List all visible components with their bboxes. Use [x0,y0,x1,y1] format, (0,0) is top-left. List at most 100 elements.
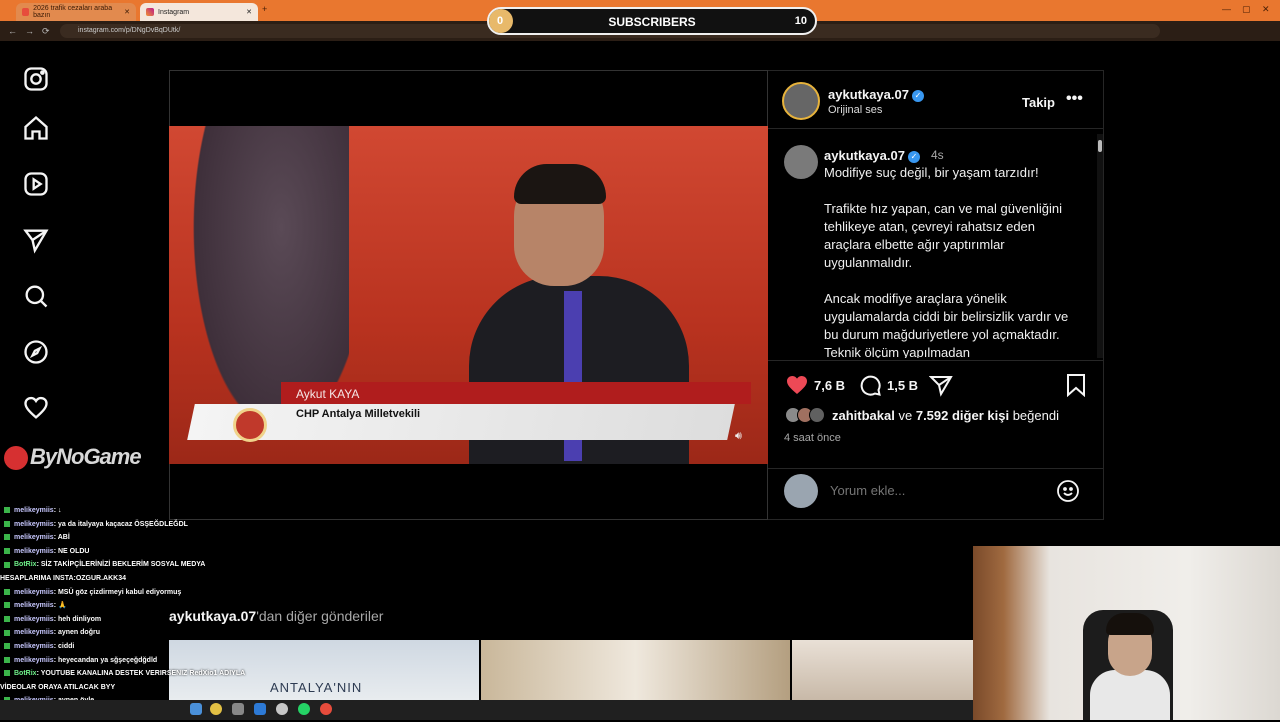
chat-username: melikeymiis [14,520,54,528]
taskbar-app-icon[interactable] [320,703,332,715]
post-thumbnail[interactable] [481,640,790,700]
chat-text: : YOUTUBE KANALINA DESTEK VERIRSENIZ Red… [36,670,246,678]
chat-text: : ya da italyaya kaçacaz ÖSŞEĞDLEĞDL [53,520,188,528]
liker-avatar [809,407,825,423]
heart-icon[interactable] [22,394,50,422]
liked-by-others[interactable]: 7.592 diğer kişi [916,408,1009,423]
chat-platform-icon [4,643,10,650]
bookmark-icon[interactable] [1065,373,1087,397]
taskbar-app-icon[interactable] [254,703,266,715]
chat-username: melikeymiis [14,656,54,664]
follow-button[interactable]: Takip [1022,95,1055,110]
tab-close-icon[interactable]: ✕ [124,8,130,16]
chat-message: melikeymiis: heyecandan ya sğşeçeğdğdld [0,654,290,668]
chat-text: : SİZ TAKİPÇİLERİNİZİ BEKLERİM SOSYAL ME… [36,561,206,569]
chat-message: melikeymiis: heh dinliyom [0,613,290,627]
tbmm-emblem-icon [233,408,267,442]
subscribers-goal: 10 [794,15,807,27]
lower-third-name: Aykut KAYA [296,387,360,401]
instagram-logo-icon[interactable] [22,65,50,93]
taskbar-app-icon[interactable] [190,703,202,715]
caption-username-text[interactable]: aykutkaya.07 [824,148,905,163]
caption-paragraph: Trafikte hız yapan, can ve mal güvenliği… [824,201,1062,270]
chat-text: : aynen doğru [53,629,100,637]
chat-message: BotRix: YOUTUBE KANALINA DESTEK VERIRSEN… [0,667,290,681]
chat-platform-icon [4,615,10,622]
divider [768,468,1104,469]
chat-message: melikeymiis: ya da italyaya kaçacaz ÖSŞE… [0,518,290,532]
author-avatar[interactable] [782,82,820,120]
reels-icon[interactable] [22,170,50,198]
close-window-icon[interactable]: ✕ [1262,4,1270,15]
send-icon[interactable] [22,226,50,254]
instagram-favicon-icon [146,8,154,16]
post-thumbnail[interactable] [792,640,973,700]
chat-message: melikeymiis: ABİ [0,531,290,545]
chat-username: melikeymiis [14,642,54,650]
tab-label: Instagram [158,8,190,16]
chat-username: BotRix [14,561,37,569]
share-icon[interactable] [929,373,953,397]
search-icon[interactable] [22,282,50,310]
comment-input[interactable] [830,483,1030,498]
chrome-icon[interactable] [210,703,222,715]
divider [768,128,1104,129]
chat-platform-icon [4,561,10,568]
whatsapp-icon[interactable] [298,703,310,715]
viewer-avatar [784,474,818,508]
author-username-text[interactable]: aykutkaya.07 [828,87,909,102]
chat-message: melikeymiis: NE OLDU [0,545,290,559]
liked-by-suffix: beğendi [1012,408,1059,423]
browser-tab-2[interactable]: Instagram ✕ [140,3,258,21]
back-icon[interactable]: ← [8,26,17,36]
explore-icon[interactable] [22,338,50,366]
liked-by-user[interactable]: zahitbakal [832,408,895,423]
liked-by-text[interactable]: zahitbakal ve 7.592 diğer kişi beğendi [832,408,1059,423]
home-icon[interactable] [22,114,50,142]
taskbar-app-icon[interactable] [276,703,288,715]
comment-count[interactable]: 1,5 B [887,378,918,393]
post-time-ago: 4 saat önce [784,432,841,444]
caption-time: 4s [931,148,944,162]
chat-message: HESAPLARIMA INSTA:OZGUR.AKK34 [0,572,290,586]
tab-favicon-icon [22,8,30,16]
volume-icon[interactable]: 🔊︎ [735,430,742,443]
chat-platform-icon [4,588,10,595]
verified-badge-icon: ✓ [907,150,920,163]
caption-scrollbar[interactable] [1097,134,1103,358]
comment-icon[interactable] [858,373,882,397]
chat-message: melikeymiis: MSÜ göz çizdirmeyi kabul ed… [0,586,290,600]
caption-text: Modifiye suç değil, bir yaşam tarzıdır! … [824,164,1084,358]
chat-username: melikeymiis [14,602,54,610]
tab-label: 2026 trafik cezaları araba bazın [33,5,113,19]
tab-close-icon[interactable]: ✕ [246,8,252,16]
windows-taskbar [0,700,973,720]
browser-tab-1[interactable]: 2026 trafik cezaları araba bazın ✕ [16,3,136,21]
chat-username: melikeymiis [14,507,54,514]
stream-chat: melikeymiis: ↓ melikeymiis: ya da italyay… [0,504,290,720]
forward-icon[interactable]: → [25,26,34,36]
new-tab-icon[interactable]: + [262,4,267,14]
emoji-icon[interactable] [1056,479,1080,503]
audio-label[interactable]: Orijinal ses [828,104,882,116]
maximize-icon[interactable]: ▢ [1242,4,1251,15]
author-username[interactable]: aykutkaya.07 ✓ [828,87,924,102]
chat-username: melikeymiis [14,534,54,542]
reload-icon[interactable]: ⟳ [42,26,50,37]
scrollbar-thumb[interactable] [1098,140,1102,152]
caption-username[interactable]: aykutkaya.07 ✓ [824,148,920,163]
chat-message: BotRix: SİZ TAKİPÇİLERİNİZİ BEKLERİM SOS… [0,558,290,572]
chat-platform-icon [4,670,10,677]
caption-avatar[interactable] [784,145,818,179]
like-heart-icon[interactable] [785,373,809,397]
lower-third-white-bar [187,404,735,440]
taskbar-app-icon[interactable] [232,703,244,715]
subscribers-goal-bar: 0 SUBSCRIBERS 10 [487,7,817,35]
chat-text: : NE OLDU [53,547,90,555]
chat-platform-icon [4,656,10,663]
more-options-icon[interactable]: ••• [1066,90,1083,108]
chat-platform-icon [4,520,10,527]
like-count[interactable]: 7,6 B [814,378,845,393]
chat-text: : 🙏 [53,602,67,610]
minimize-icon[interactable]: — [1222,4,1231,14]
